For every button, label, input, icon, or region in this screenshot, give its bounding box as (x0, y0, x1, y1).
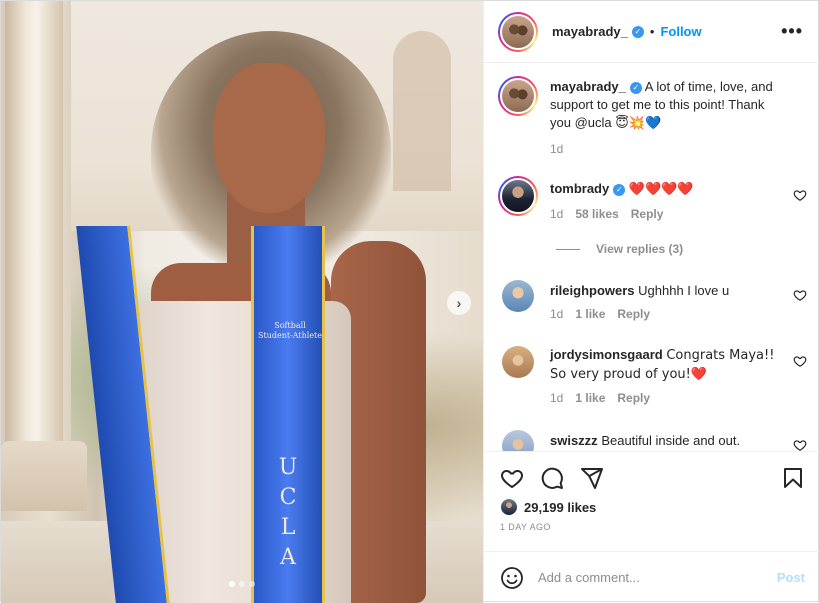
comment-item: rileighpowers Ughhhh I love u 1d 1 like Re… (498, 280, 818, 330)
more-horizontal-icon[interactable]: ••• (781, 21, 803, 42)
view-replies-button[interactable]: View replies (3) (556, 242, 683, 256)
comment-text: Beautiful inside and out. (601, 433, 741, 448)
separator: • (649, 24, 655, 39)
share-icon[interactable] (580, 466, 604, 490)
background-arch (393, 31, 451, 191)
comment-avatar[interactable] (502, 430, 534, 451)
post-actions: 29,199 likes 1 DAY AGO (484, 451, 819, 551)
comment-text: Ughhhh I love u (638, 283, 730, 298)
carousel-dot (229, 581, 235, 587)
add-comment-bar: Post (484, 551, 819, 603)
bookmark-icon[interactable] (781, 466, 805, 490)
author-username[interactable]: mayabrady_ (552, 24, 628, 39)
person-face (213, 63, 325, 213)
post-photo[interactable]: Softball Student-Athlete UCLA › (1, 1, 483, 603)
reply-button[interactable]: Reply (631, 207, 664, 221)
comment-username[interactable]: swiszzz (550, 433, 598, 448)
post-comment-button[interactable]: Post (777, 570, 805, 585)
comment-like-heart-icon[interactable] (793, 288, 807, 302)
comment-username[interactable]: tombrady (550, 181, 609, 196)
post-timestamp[interactable]: 1 DAY AGO (500, 522, 551, 532)
comment-avatar[interactable] (502, 280, 534, 312)
comment-avatar[interactable] (502, 346, 534, 378)
author-avatar[interactable] (498, 11, 538, 52)
comment-like-heart-icon[interactable] (793, 188, 807, 202)
comment-likes[interactable]: 1 like (575, 307, 605, 321)
caption-avatar[interactable] (498, 76, 538, 116)
likes-row[interactable]: 29,199 likes (500, 498, 596, 516)
likes-avatar (500, 498, 518, 516)
comments-list[interactable]: mayabrady_ ✓ A lot of time, love, and sup… (484, 64, 819, 451)
carousel-dot (239, 581, 245, 587)
post-dialog: Softball Student-Athlete UCLA › mayabrad… (0, 0, 819, 603)
follow-button[interactable]: Follow (660, 24, 701, 39)
comment-time: 1d (550, 207, 564, 221)
comment-like-heart-icon[interactable] (793, 354, 807, 368)
comment-item: tombrady ✓ ❤️❤️❤️❤️ 1d 58 likes Reply (498, 176, 818, 236)
caption-time: 1d (550, 142, 564, 156)
comment-avatar[interactable] (498, 176, 538, 216)
caption: mayabrady_ ✓ A lot of time, love, and sup… (498, 76, 818, 156)
comment-username[interactable]: rileighpowers (550, 283, 635, 298)
sash-ucla-text: UCLA (278, 455, 298, 570)
sash-text: Softball Student-Athlete (257, 321, 323, 341)
verified-badge-icon: ✓ (631, 25, 644, 38)
comment-likes[interactable]: 1 like (575, 391, 605, 405)
post-header: mayabrady_ ✓ • Follow ••• (484, 1, 819, 63)
sash-text-line2: Student-Athlete (257, 331, 323, 340)
comment-like-heart-icon[interactable] (793, 438, 807, 451)
comment-text: ❤️❤️❤️❤️ (628, 182, 694, 197)
verified-badge-icon: ✓ (629, 81, 642, 94)
comment-likes[interactable]: 58 likes (575, 207, 618, 221)
comment-item: jordysimonsgaard Congrats Maya!! So very… (498, 346, 818, 416)
comment-input[interactable] (538, 570, 758, 585)
verified-badge-icon: ✓ (613, 183, 626, 196)
comment-time: 1d (550, 391, 564, 405)
emoji-icon[interactable] (500, 566, 524, 590)
caption-emojis: 😇💥💙 (615, 116, 662, 131)
carousel-dot (249, 581, 255, 587)
comment-item: swiszzz Beautiful inside and out. (498, 430, 818, 451)
sash-text-line1: Softball (274, 321, 306, 330)
caption-username[interactable]: mayabrady_ (550, 79, 626, 94)
heart-icon[interactable] (500, 466, 524, 490)
comment-icon[interactable] (540, 466, 564, 490)
pillar-base (1, 441, 87, 511)
carousel-next-button[interactable]: › (447, 291, 471, 315)
comment-time: 1d (550, 307, 564, 321)
likes-count[interactable]: 29,199 likes (524, 500, 596, 515)
post-sidebar: mayabrady_ ✓ • Follow ••• mayabrady_ ✓ A … (483, 1, 819, 603)
view-replies-label: View replies (3) (596, 242, 684, 256)
view-replies-line (556, 248, 580, 250)
reply-button[interactable]: Reply (617, 391, 650, 405)
carousel-dots (229, 581, 255, 587)
chevron-right-icon: › (456, 295, 462, 311)
reply-button[interactable]: Reply (617, 307, 650, 321)
comment-username[interactable]: jordysimonsgaard (550, 347, 663, 362)
pillar (5, 1, 63, 471)
